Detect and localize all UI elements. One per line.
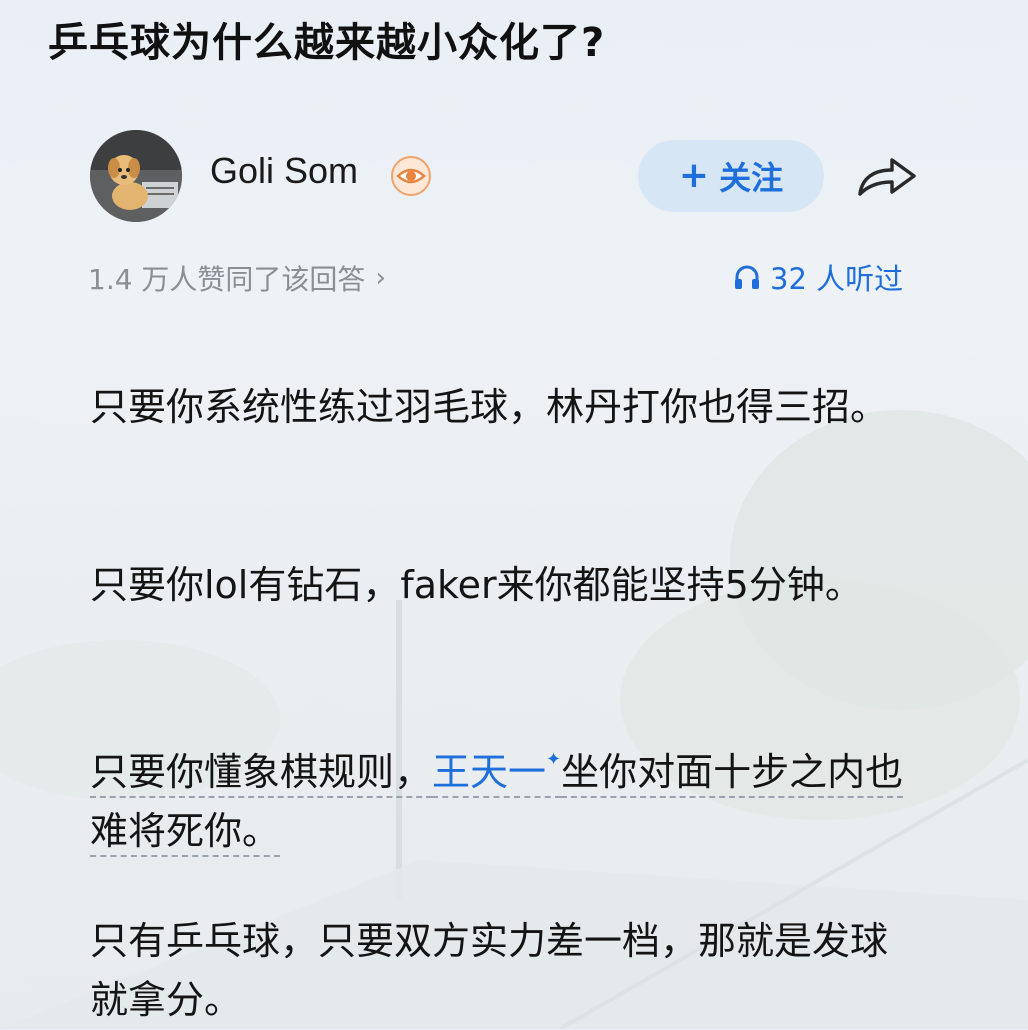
- sparkle-icon: ✦: [546, 749, 562, 770]
- follow-button[interactable]: + 关注: [638, 140, 824, 212]
- share-arrow-icon[interactable]: [856, 152, 918, 200]
- author-avatar[interactable]: [90, 130, 182, 222]
- author-name[interactable]: Goli Som: [210, 150, 358, 192]
- answer-paragraph-1: 只要你系统性练过羽毛球，林丹打你也得三招。: [90, 385, 889, 429]
- listens-info[interactable]: 32 人听过: [732, 256, 903, 298]
- answer-paragraph-2: 只要你lol有钻石，faker来你都能坚持5分钟。: [90, 563, 863, 607]
- follow-label: 关注: [719, 159, 784, 197]
- likes-text: 1.4 万人赞同了该回答: [88, 263, 366, 296]
- dog-avatar-icon: [90, 130, 182, 222]
- answer-p3-before: 只要你懂象棋规则，: [90, 749, 433, 798]
- plus-icon: +: [678, 155, 710, 196]
- listens-text: 32 人听过: [770, 262, 904, 296]
- wang-tianyi-link-text: 王天一: [432, 749, 547, 794]
- wang-tianyi-link[interactable]: 王天一✦: [432, 749, 562, 798]
- likes-link[interactable]: 1.4 万人赞同了该回答 ›: [88, 258, 386, 298]
- eye-badge-icon: [391, 156, 431, 196]
- question-title[interactable]: 乒乓球为什么越来越小众化了?: [48, 10, 605, 68]
- answer-paragraph-4: 只有乒乓球，只要双方实力差一档，那就是发球就拿分。: [90, 919, 889, 1022]
- chevron-right-icon: ›: [375, 263, 386, 293]
- headphones-icon: [735, 265, 759, 289]
- answer-paragraph-3: 只要你懂象棋规则，王天一✦坐你对面十步之内也难将死你。: [90, 736, 910, 861]
